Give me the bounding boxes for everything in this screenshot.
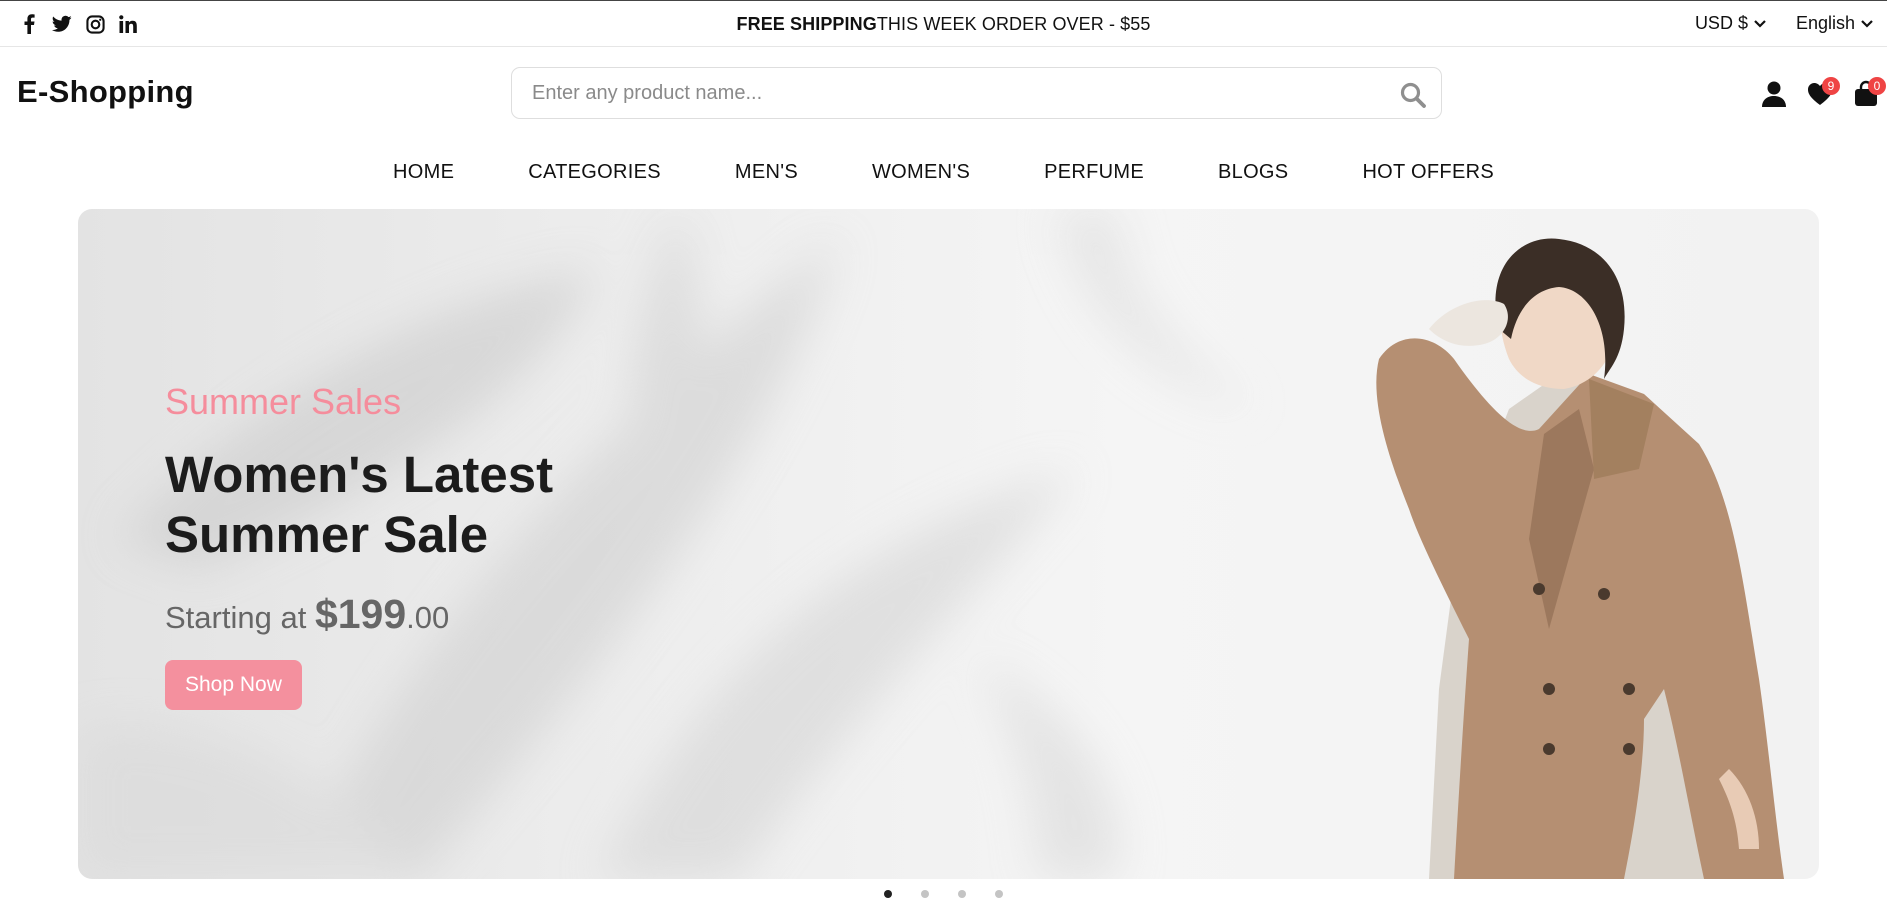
nav-item-mens[interactable]: MEN'S (711, 161, 798, 184)
header-actions: 9 0 (1760, 77, 1886, 108)
chevron-down-icon (1754, 19, 1766, 28)
language-label: English (1795, 13, 1855, 33)
hero-content: Summer Sales Women's Latest Summer Sale … (165, 381, 685, 710)
nav-item-home[interactable]: HOME (393, 161, 454, 184)
hero-banner[interactable]: Summer Sales Women's Latest Summer Sale … (78, 209, 1819, 879)
hero-subtitle: Summer Sales (165, 381, 402, 422)
search-icon[interactable] (1399, 81, 1427, 109)
search-bar (511, 67, 1442, 119)
main-navigation: HOME CATEGORIES MEN'S WOMEN'S PERFUME BL… (0, 161, 1887, 184)
top-bar: FREE SHIPPINGTHIS WEEK ORDER OVER - $55 … (0, 0, 1887, 47)
model-photo (1376, 238, 1784, 879)
shipping-announcement: FREE SHIPPINGTHIS WEEK ORDER OVER - $55 (0, 14, 1887, 35)
wishlist-button[interactable]: 9 (1806, 77, 1840, 108)
hero-title: Women's Latest Summer Sale (165, 446, 554, 563)
price-cents: .00 (406, 600, 450, 635)
user-icon[interactable] (1760, 80, 1788, 108)
carousel-dot[interactable] (995, 890, 1003, 898)
cart-button[interactable]: 0 (1852, 77, 1886, 108)
language-select[interactable]: English (1796, 13, 1873, 34)
search-input[interactable] (532, 68, 1372, 118)
currency-select[interactable]: USD $ (1695, 13, 1766, 34)
shipping-highlight: FREE SHIPPING (736, 14, 877, 34)
shipping-text: THIS WEEK ORDER OVER - $55 (876, 14, 1151, 34)
nav-item-categories[interactable]: CATEGORIES (504, 161, 661, 184)
nav-item-blogs[interactable]: BLOGS (1194, 161, 1288, 184)
site-logo[interactable]: E-Shopping (17, 74, 194, 110)
carousel-dot[interactable] (884, 890, 892, 898)
cart-count-badge: 0 (1868, 77, 1886, 95)
hero-price: Starting at $199.00 (165, 591, 685, 638)
currency-label: USD $ (1694, 13, 1748, 33)
nav-item-hot-offers[interactable]: HOT OFFERS (1338, 161, 1494, 184)
carousel-dot[interactable] (958, 890, 966, 898)
carousel-dots (0, 890, 1887, 898)
shop-now-button[interactable]: Shop Now (165, 660, 302, 710)
nav-item-womens[interactable]: WOMEN'S (848, 161, 970, 184)
chevron-down-icon (1861, 19, 1873, 28)
top-selectors: USD $ English (1695, 13, 1873, 34)
wishlist-count-badge: 9 (1822, 77, 1840, 95)
carousel-dot[interactable] (921, 890, 929, 898)
nav-item-perfume[interactable]: PERFUME (1020, 161, 1144, 184)
price-prefix: Starting at (165, 600, 307, 635)
price-amount: $199 (314, 591, 407, 637)
